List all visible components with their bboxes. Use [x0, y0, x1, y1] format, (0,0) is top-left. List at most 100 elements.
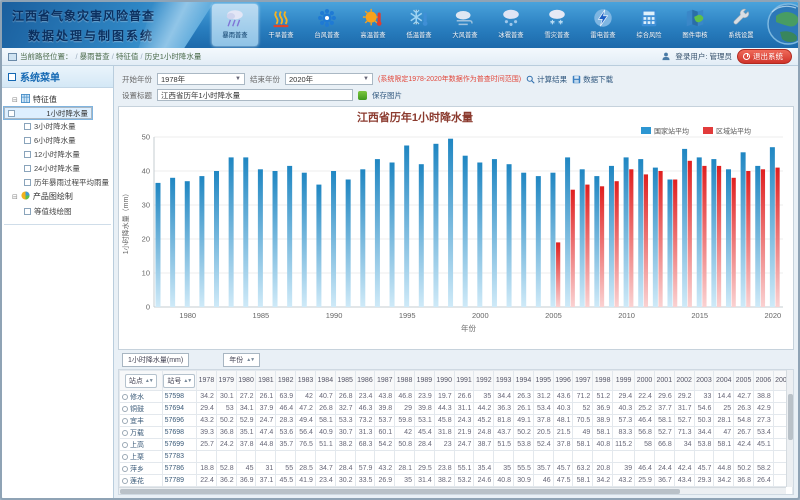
radio-icon[interactable] — [122, 406, 128, 412]
col-station-id[interactable]: 站号 ▲▼ — [162, 371, 196, 391]
breadcrumb-segment[interactable]: 历史1小时降水量 — [145, 52, 202, 61]
value-cell: 53.4 — [753, 427, 773, 439]
radio-icon[interactable] — [122, 442, 128, 448]
sidebar-item-等值线绘图[interactable]: 等值线绘图 — [4, 204, 111, 218]
sidebar-item-6小时降水量[interactable]: 6小时降水量 — [4, 133, 111, 147]
col-year[interactable]: 1994 — [514, 371, 534, 391]
nav-item-5[interactable]: 低温普查 — [396, 4, 442, 46]
breadcrumb-segment[interactable]: 暴雨普查 — [80, 52, 110, 61]
radio-icon[interactable] — [122, 454, 128, 460]
col-year[interactable]: 2001 — [654, 371, 674, 391]
station-cell[interactable]: 萍乡 — [120, 463, 163, 475]
col-year[interactable]: 1987 — [375, 371, 395, 391]
sidebar-item-24小时降水量[interactable]: 24小时降水量 — [4, 161, 111, 175]
horizontal-scrollbar[interactable] — [119, 487, 786, 494]
sidebar-item-3小时降水量[interactable]: 3小时降水量 — [4, 119, 111, 133]
sidebar-group-1[interactable]: ⊟特征值 — [4, 92, 111, 107]
value-cell: 115.2 — [613, 439, 635, 451]
col-year[interactable]: 1992 — [474, 371, 494, 391]
station-cell[interactable]: 铜鼓 — [120, 403, 163, 415]
col-year[interactable]: 1996 — [553, 371, 573, 391]
sidebar-item-12小时降水量[interactable]: 12小时降水量 — [4, 147, 111, 161]
start-year-select[interactable]: 1978年▼ — [157, 73, 245, 85]
nav-item-10[interactable]: 综合风险 — [626, 4, 672, 46]
col-year[interactable]: 2006 — [753, 371, 773, 391]
calculator-icon — [637, 6, 661, 30]
nav-item-6[interactable]: 大风普查 — [442, 4, 488, 46]
year-sort-selector[interactable]: 年份▲▼ — [223, 353, 260, 367]
col-year[interactable]: 2002 — [674, 371, 694, 391]
svg-text:1990: 1990 — [326, 311, 343, 320]
col-year[interactable]: 2005 — [734, 371, 754, 391]
col-year[interactable]: 1997 — [573, 371, 593, 391]
nav-item-11[interactable]: 图件审核 — [672, 4, 718, 46]
radio-icon[interactable] — [122, 478, 128, 484]
value-cell: 28.3 — [276, 415, 296, 427]
sidebar-group-2[interactable]: ⊟产品图绘制 — [4, 189, 111, 204]
station-cell[interactable]: 上栗 — [120, 451, 163, 463]
station-cell[interactable]: 万载 — [120, 427, 163, 439]
radio-icon[interactable] — [122, 394, 128, 400]
breadcrumb-segment[interactable]: 特征值 — [116, 52, 139, 61]
col-year[interactable]: 1979 — [216, 371, 236, 391]
chart-title-input[interactable] — [157, 89, 353, 101]
col-year[interactable]: 1998 — [593, 371, 613, 391]
save-image-button[interactable]: 保存图片 — [372, 90, 402, 101]
nav-item-4[interactable]: 高温普查 — [350, 4, 396, 46]
station-cell[interactable]: 莲花 — [120, 475, 163, 487]
col-year[interactable]: 1988 — [395, 371, 415, 391]
value-cell: 23 — [434, 439, 454, 451]
calculate-button[interactable]: 计算结果 — [526, 74, 567, 85]
col-year[interactable]: 1989 — [414, 371, 434, 391]
radio-icon[interactable] — [122, 418, 128, 424]
chart-title-label: 设置标题 — [122, 90, 152, 101]
metric-selector[interactable]: 1小时降水量(mm) — [122, 353, 189, 367]
download-button[interactable]: 数据下载 — [572, 74, 613, 85]
vertical-scrollbar[interactable] — [786, 370, 793, 487]
nav-item-9[interactable]: 雷电普查 — [580, 4, 626, 46]
col-year[interactable]: 1985 — [335, 371, 355, 391]
col-year[interactable]: 1986 — [355, 371, 375, 391]
col-year[interactable]: 1993 — [494, 371, 514, 391]
col-year[interactable]: 2003 — [694, 371, 714, 391]
col-station[interactable]: 站点 ▲▼ — [120, 371, 163, 391]
station-cell[interactable]: 修水 — [120, 391, 163, 403]
end-year-select[interactable]: 2020年▼ — [285, 73, 373, 85]
col-year[interactable]: 1978 — [197, 371, 217, 391]
col-year[interactable]: 1999 — [613, 371, 635, 391]
col-year[interactable]: 1983 — [296, 371, 316, 391]
value-cell: 20.5 — [533, 427, 553, 439]
col-year[interactable]: 1981 — [256, 371, 276, 391]
wind-icon — [453, 6, 477, 30]
station-cell[interactable]: 上高 — [120, 439, 163, 451]
value-cell — [753, 451, 773, 463]
value-cell: 24.7 — [454, 439, 474, 451]
logout-button[interactable]: 退出系统 — [737, 49, 792, 64]
nav-item-8[interactable]: 雪灾普查 — [534, 4, 580, 46]
col-year[interactable]: 1995 — [533, 371, 553, 391]
nav-item-1[interactable]: 暴雨普查 — [212, 4, 258, 46]
sidebar-divider — [4, 224, 111, 225]
col-year[interactable]: 2004 — [714, 371, 734, 391]
value-cell — [197, 451, 217, 463]
nav-item-2[interactable]: 干旱普查 — [258, 4, 304, 46]
value-cell — [335, 451, 355, 463]
sidebar-item-1小时降水量[interactable]: 1小时降水量 — [4, 107, 92, 119]
radio-icon[interactable] — [122, 466, 128, 472]
col-year[interactable]: 1991 — [454, 371, 474, 391]
col-year[interactable]: 1984 — [315, 371, 335, 391]
col-year[interactable]: 1982 — [276, 371, 296, 391]
value-cell: 53.1 — [414, 415, 434, 427]
col-year[interactable]: 1990 — [434, 371, 454, 391]
value-cell: 26.7 — [734, 427, 754, 439]
lightning-icon — [591, 6, 615, 30]
sidebar-item-历年暴雨过程平均雨量[interactable]: 历年暴雨过程平均雨量 — [4, 175, 111, 189]
col-year[interactable]: 1980 — [236, 371, 256, 391]
col-year[interactable]: 2000 — [635, 371, 655, 391]
station-cell[interactable]: 宜丰 — [120, 415, 163, 427]
nav-item-3[interactable]: 台风普查 — [304, 4, 350, 46]
value-cell — [216, 451, 236, 463]
value-cell: 58.1 — [315, 415, 335, 427]
nav-item-7[interactable]: 冰雹普查 — [488, 4, 534, 46]
radio-icon[interactable] — [122, 430, 128, 436]
